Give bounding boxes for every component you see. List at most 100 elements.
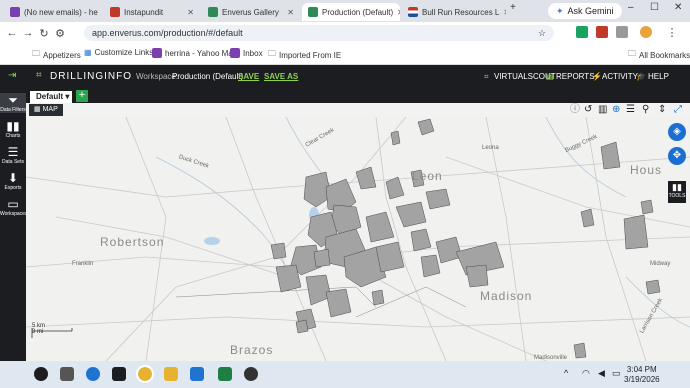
- sidebar-item-charts[interactable]: ▮▮ Charts: [0, 119, 26, 139]
- database-icon: ☰: [7, 145, 19, 159]
- tools-button[interactable]: ▮▮ TOOLS: [668, 181, 686, 203]
- sidebar: ⏷ Data Filters ▮▮ Charts ☰ Data Sets ⬇ Expor…: [0, 89, 28, 361]
- taskbar: ^ ◠ ◀ ▭ 3:04 PM 3/19/2026: [0, 361, 690, 388]
- tab-instapundit[interactable]: Instapundit ✕: [104, 3, 200, 21]
- tab-map-label: MAP: [42, 106, 58, 113]
- start-icon[interactable]: [34, 367, 48, 381]
- clock-time: 3:04 PM: [626, 365, 657, 374]
- tray-chevron-icon[interactable]: ^: [564, 368, 568, 378]
- tab-production[interactable]: Production (Default) ✕: [302, 3, 400, 21]
- save-as-button[interactable]: SAVE AS: [264, 72, 298, 81]
- scale-mi: 3 mi: [32, 329, 44, 335]
- yahoo-icon: [230, 48, 240, 58]
- extensions-puzzle-icon[interactable]: [616, 26, 628, 38]
- address-bar-row: ← → ↻ ⚙ app.enverus.com/production/#/def…: [0, 22, 690, 44]
- new-tab-button[interactable]: +: [510, 2, 516, 13]
- sidebar-item-label: Data Sets: [2, 159, 24, 165]
- bookmark-customize-links[interactable]: ▦ Customize Links: [84, 48, 153, 57]
- url-input[interactable]: app.enverus.com/production/#/default ☆: [84, 25, 554, 41]
- close-icon[interactable]: ✕: [397, 8, 400, 17]
- sidebar-item-data-filters[interactable]: ⏷ Data Filters: [0, 93, 26, 113]
- county-label-leon: Leon: [412, 169, 443, 183]
- tab-label: Production (Default): [322, 7, 394, 17]
- extension-icon[interactable]: [596, 26, 608, 38]
- close-icon[interactable]: ✕: [287, 8, 294, 17]
- town-label-midway: Midway: [650, 261, 671, 267]
- app-logo: DRILLINGINFO: [50, 71, 133, 82]
- sidebar-item-workspaces[interactable]: ▭ Workspaces: [0, 197, 28, 217]
- reload-icon[interactable]: ↻: [36, 27, 52, 40]
- county-label-houston: Hous: [630, 163, 663, 177]
- save-button[interactable]: SAVE: [238, 72, 259, 81]
- bookmark-yahoo-mail[interactable]: herrina - Yahoo Mail: [152, 48, 236, 58]
- bookmark-label: Inbox: [243, 48, 263, 58]
- minimize-icon[interactable]: –: [628, 2, 634, 13]
- chrome-icon[interactable]: [136, 365, 154, 383]
- store-icon[interactable]: [112, 367, 126, 381]
- wifi-icon[interactable]: ◠: [582, 368, 590, 379]
- reports-link[interactable]: REPORTS: [556, 72, 595, 81]
- map-canvas[interactable]: Leon Robertson Madison Brazos Hous Leona…: [26, 117, 690, 361]
- tab-default[interactable]: Default ▾: [30, 91, 72, 103]
- tab-bull-run[interactable]: Bull Run Resources L ✕: [402, 3, 506, 21]
- excel-icon[interactable]: [218, 367, 232, 381]
- info-icon[interactable]: ⓘ: [570, 104, 580, 116]
- pin-icon[interactable]: ⚲: [642, 104, 649, 116]
- tab-default-label: Default: [36, 92, 64, 101]
- task-view-icon[interactable]: [60, 367, 74, 381]
- word-icon[interactable]: [190, 367, 204, 381]
- instapundit-icon: [110, 7, 120, 17]
- profile-avatar[interactable]: [640, 26, 652, 38]
- help-icon: 🎓: [636, 72, 646, 81]
- sidebar-item-label: Workspaces: [0, 211, 28, 217]
- ask-gemini-button[interactable]: ✦ Ask Gemini: [548, 3, 622, 19]
- gemini-label: Ask Gemini: [567, 6, 614, 16]
- bookmark-inbox[interactable]: Inbox: [230, 48, 263, 58]
- file-explorer-icon[interactable]: [164, 367, 178, 381]
- undo-icon[interactable]: ↺: [584, 104, 592, 116]
- fullscreen-icon[interactable]: ⤢: [674, 104, 682, 116]
- menu-icon[interactable]: ⋮: [664, 26, 680, 39]
- all-bookmarks[interactable]: 🗀 All Bookmarks: [628, 48, 690, 62]
- layers-button[interactable]: ◈: [668, 123, 686, 141]
- bookmark-appetizers[interactable]: 🗀 Appetizers: [32, 48, 81, 62]
- close-icon[interactable]: ✕: [503, 8, 506, 17]
- add-tab-button[interactable]: +: [76, 90, 88, 102]
- battery-icon[interactable]: ▭: [612, 368, 621, 379]
- back-icon[interactable]: ←: [4, 27, 20, 39]
- extension-check-icon[interactable]: [576, 26, 588, 38]
- ruler-icon[interactable]: ⇕: [658, 104, 666, 116]
- help-link[interactable]: HELP: [648, 72, 669, 81]
- zoom-icon[interactable]: ⊕: [612, 104, 620, 116]
- camera-icon[interactable]: [244, 367, 258, 381]
- tab-email[interactable]: (No new emails) - he ✕: [4, 3, 102, 21]
- county-label-robertson: Robertson: [100, 235, 165, 249]
- enverus-icon: [208, 7, 218, 17]
- navigate-button[interactable]: ✥: [668, 147, 686, 165]
- maximize-icon[interactable]: ☐: [650, 2, 659, 13]
- sidebar-item-label: Data Filters: [0, 107, 26, 113]
- bookmark-label: Appetizers: [43, 50, 81, 60]
- windows-icon: ▦: [84, 48, 92, 57]
- close-icon[interactable]: ✕: [187, 8, 194, 17]
- sidebar-item-exports[interactable]: ⬇ Exports: [0, 171, 26, 191]
- reports-icon: ▤: [546, 72, 554, 81]
- tab-enverus-gallery[interactable]: Enverus Gallery ✕: [202, 3, 300, 21]
- sidebar-item-data-sets[interactable]: ☰ Data Sets: [0, 145, 26, 165]
- close-window-icon[interactable]: ✕: [674, 2, 682, 13]
- tab-label: (No new emails) - he: [24, 7, 98, 17]
- map-view-icon[interactable]: ▥: [598, 104, 607, 116]
- collapse-icon[interactable]: ⇥: [8, 70, 16, 81]
- clock-date: 3/19/2026: [624, 375, 660, 384]
- layers-list-icon[interactable]: ☰: [626, 104, 635, 116]
- site-info-icon[interactable]: ⚙: [52, 27, 68, 40]
- activity-link[interactable]: ACTIVITY: [602, 72, 638, 81]
- star-icon[interactable]: ☆: [538, 28, 546, 39]
- tab-map[interactable]: ▦ MAP: [29, 104, 63, 116]
- speaker-icon[interactable]: ◀: [598, 368, 605, 379]
- bookmark-imported[interactable]: 🗀 Imported From IE: [268, 48, 341, 62]
- forward-icon[interactable]: →: [20, 27, 36, 39]
- edge-icon[interactable]: [86, 367, 100, 381]
- system-clock[interactable]: 3:04 PM 3/19/2026: [624, 365, 660, 385]
- scale-bar: 5 km 3 mi: [32, 323, 45, 335]
